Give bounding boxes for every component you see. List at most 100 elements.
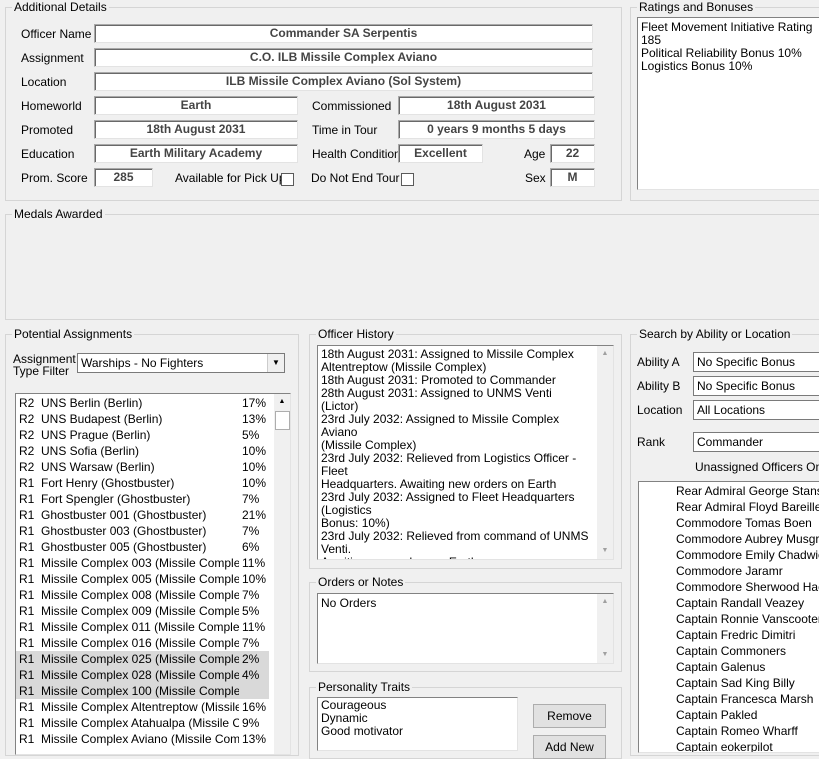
health-field[interactable]: Excellent bbox=[398, 144, 483, 163]
time-in-tour-field[interactable]: 0 years 9 months 5 days bbox=[398, 120, 595, 139]
ability-b-select[interactable]: No Specific Bonus bbox=[693, 376, 819, 396]
sex-field[interactable]: M bbox=[550, 168, 595, 187]
ratings-textbox[interactable]: Fleet Movement Initiative Rating 185 Pol… bbox=[637, 17, 819, 190]
officer-list-item[interactable]: Captain Francesca Marsh bbox=[676, 691, 813, 707]
potential-assignment-row[interactable]: R2 UNS Berlin (Berlin) 17% bbox=[16, 395, 269, 411]
rank-code: R1 bbox=[19, 652, 35, 666]
assignment-name: Ghostbuster 005 (Ghostbuster) bbox=[41, 540, 207, 554]
assignment-name: Missile Complex 028 (Missile Complex) bbox=[41, 668, 239, 682]
age-field[interactable]: 22 bbox=[550, 144, 595, 163]
officer-name-field[interactable]: Commander SA Serpentis bbox=[94, 24, 593, 43]
rank-code: R1 bbox=[19, 732, 35, 746]
prom-score-field[interactable]: 285 bbox=[94, 168, 153, 187]
rank-code: R1 bbox=[19, 668, 35, 682]
scroll-down-icon[interactable]: ▼ bbox=[597, 647, 613, 663]
potential-assignment-row[interactable]: R1 Ghostbuster 001 (Ghostbuster) 21% bbox=[16, 507, 269, 523]
not-end-tour-checkbox[interactable] bbox=[401, 173, 414, 186]
potential-assignment-row[interactable]: R1 Fort Henry (Ghostbuster) 10% bbox=[16, 475, 269, 491]
ability-a-select[interactable]: No Specific Bonus bbox=[693, 352, 819, 372]
location-field[interactable]: ILB Missile Complex Aviano (Sol System) bbox=[94, 72, 593, 91]
rank-select[interactable]: Commander bbox=[693, 432, 819, 452]
search-location-select[interactable]: All Locations bbox=[693, 400, 819, 420]
officer-list-item[interactable]: Commodore Sherwood Haehn bbox=[676, 579, 819, 595]
medals-group: Medals Awarded bbox=[5, 207, 819, 320]
assignment-percent: 7% bbox=[242, 524, 260, 538]
officer-history-textbox[interactable]: 18th August 2031: Assigned to Missile Co… bbox=[317, 345, 614, 560]
officer-list-item[interactable]: Captain Romeo Wharff bbox=[676, 723, 798, 739]
officer-list-item[interactable]: Captain Ronnie Vanscooter bbox=[676, 611, 819, 627]
officers-list[interactable]: Rear Admiral George StansbeRear Admiral … bbox=[638, 481, 819, 753]
orders-textbox[interactable]: No Orders ▲ ▼ bbox=[317, 593, 614, 664]
orders-scrollbar[interactable]: ▲ ▼ bbox=[597, 594, 613, 663]
promoted-field[interactable]: 18th August 2031 bbox=[94, 120, 298, 139]
officer-list-item[interactable]: Commodore Jaramr bbox=[676, 563, 783, 579]
potential-assignment-row[interactable]: R1 Ghostbuster 003 (Ghostbuster) 7% bbox=[16, 523, 269, 539]
potential-assignment-row[interactable]: R1 Missile Complex 028 (Missile Complex) 4… bbox=[16, 667, 269, 683]
rank-code: R2 bbox=[19, 444, 35, 458]
officer-list-item[interactable]: Captain eokerpilot bbox=[676, 739, 773, 752]
potential-assignment-row[interactable]: R1 Missile Complex Aviano (Missile Comple… bbox=[16, 731, 269, 747]
potential-assignment-row[interactable]: R2 UNS Warsaw (Berlin) 10% bbox=[16, 459, 269, 475]
potential-assignment-row[interactable]: R1 Missile Complex 100 (Missile Complex) bbox=[16, 683, 269, 699]
officer-name-label: Officer Name bbox=[21, 27, 92, 41]
assignment-percent: 7% bbox=[242, 492, 260, 506]
scroll-thumb[interactable] bbox=[275, 411, 290, 430]
potential-assignment-row[interactable]: R2 UNS Sofia (Berlin) 10% bbox=[16, 443, 269, 459]
assignment-name: UNS Sofia (Berlin) bbox=[41, 444, 140, 458]
potential-assignment-row[interactable]: R1 Missile Complex 016 (Missile Complex) 7… bbox=[16, 635, 269, 651]
officer-list-item[interactable]: Captain Fredric Dimitri bbox=[676, 627, 795, 643]
potential-assignment-row[interactable]: R1 Missile Complex 009 (Missile Complex) 5… bbox=[16, 603, 269, 619]
scroll-up-icon[interactable]: ▲ bbox=[597, 594, 613, 610]
assignment-percent: 7% bbox=[242, 588, 260, 602]
potential-assignments-scrollbar[interactable]: ▲ bbox=[274, 394, 290, 754]
officer-list-item[interactable]: Rear Admiral Floyd Bareilles bbox=[676, 499, 819, 515]
potential-assignment-row[interactable]: R1 Fort Spengler (Ghostbuster) 7% bbox=[16, 491, 269, 507]
education-field[interactable]: Earth Military Academy bbox=[94, 144, 298, 163]
scroll-down-icon[interactable]: ▼ bbox=[597, 543, 613, 559]
remove-trait-button[interactable]: Remove bbox=[533, 704, 606, 728]
officer-list-item[interactable]: Commodore Tomas Boen bbox=[676, 515, 812, 531]
potential-assignment-row[interactable]: R2 UNS Prague (Berlin) 5% bbox=[16, 427, 269, 443]
potential-assignment-row[interactable]: R2 UNS Budapest (Berlin) 13% bbox=[16, 411, 269, 427]
assignment-name: Missile Complex Altentreptow (Missile Co… bbox=[41, 700, 239, 714]
traits-list[interactable]: Courageous Dynamic Good motivator bbox=[317, 697, 518, 751]
potential-assignment-row[interactable]: R1 Missile Complex 025 (Missile Complex) 2… bbox=[16, 651, 269, 667]
officer-list-item[interactable]: Captain Commoners bbox=[676, 643, 786, 659]
ability-a-value: No Specific Bonus bbox=[697, 355, 796, 369]
potential-assignment-row[interactable]: R1 Missile Complex 005 (Missile Complex) 1… bbox=[16, 571, 269, 587]
assignment-field[interactable]: C.O. ILB Missile Complex Aviano bbox=[94, 48, 593, 67]
scroll-up-icon[interactable]: ▲ bbox=[597, 346, 613, 362]
rank-code: R1 bbox=[19, 636, 35, 650]
ability-a-label: Ability A bbox=[637, 355, 680, 369]
education-label: Education bbox=[21, 147, 75, 161]
assignment-type-filter-select[interactable]: Warships - No Fighters ▼ bbox=[77, 353, 285, 373]
officer-list-item[interactable]: Rear Admiral George Stansbe bbox=[676, 483, 819, 499]
assignment-name: Missile Complex 009 (Missile Complex) bbox=[41, 604, 239, 618]
potential-assignment-row[interactable]: R1 Missile Complex 003 (Missile Complex) 1… bbox=[16, 555, 269, 571]
scroll-up-icon[interactable]: ▲ bbox=[274, 394, 290, 410]
assignment-name: Missile Complex Atahualpa (Missile Compl… bbox=[41, 716, 239, 730]
commissioned-field[interactable]: 18th August 2031 bbox=[398, 96, 595, 115]
potential-assignment-row[interactable]: R1 Missile Complex Altentreptow (Missile … bbox=[16, 699, 269, 715]
homeworld-field[interactable]: Earth bbox=[94, 96, 298, 115]
rank-code: R1 bbox=[19, 508, 35, 522]
officer-history-scrollbar[interactable]: ▲ ▼ bbox=[597, 346, 613, 559]
potential-assignment-row[interactable]: R1 Missile Complex Atahualpa (Missile Com… bbox=[16, 715, 269, 731]
assignment-name: Missile Complex 003 (Missile Complex) bbox=[41, 556, 239, 570]
officer-list-item[interactable]: Captain Pakled bbox=[676, 707, 757, 723]
rank-code: R1 bbox=[19, 476, 35, 490]
officer-list-item[interactable]: Captain Randall Veazey bbox=[676, 595, 804, 611]
potential-assignments-list[interactable]: R2 UNS Berlin (Berlin) 17% R2 UNS Budapest (… bbox=[15, 393, 291, 755]
officer-list-item[interactable]: Commodore Aubrey Musgrove bbox=[676, 531, 819, 547]
pickup-checkbox[interactable] bbox=[281, 173, 294, 186]
chevron-down-icon[interactable]: ▼ bbox=[267, 354, 284, 372]
potential-assignment-row[interactable]: R1 Missile Complex 008 (Missile Complex) 7… bbox=[16, 587, 269, 603]
potential-assignment-row[interactable]: R1 Ghostbuster 005 (Ghostbuster) 6% bbox=[16, 539, 269, 555]
potential-assignment-row[interactable]: R1 Missile Complex 011 (Missile Complex) 1… bbox=[16, 619, 269, 635]
officer-list-item[interactable]: Commodore Emily Chadwick bbox=[676, 547, 819, 563]
officer-list-item[interactable]: Captain Sad King Billy bbox=[676, 675, 795, 691]
rank-code: R1 bbox=[19, 716, 35, 730]
officer-list-item[interactable]: Captain Galenus bbox=[676, 659, 765, 675]
medals-caption: Medals Awarded bbox=[12, 207, 105, 221]
add-trait-button[interactable]: Add New bbox=[533, 735, 606, 759]
